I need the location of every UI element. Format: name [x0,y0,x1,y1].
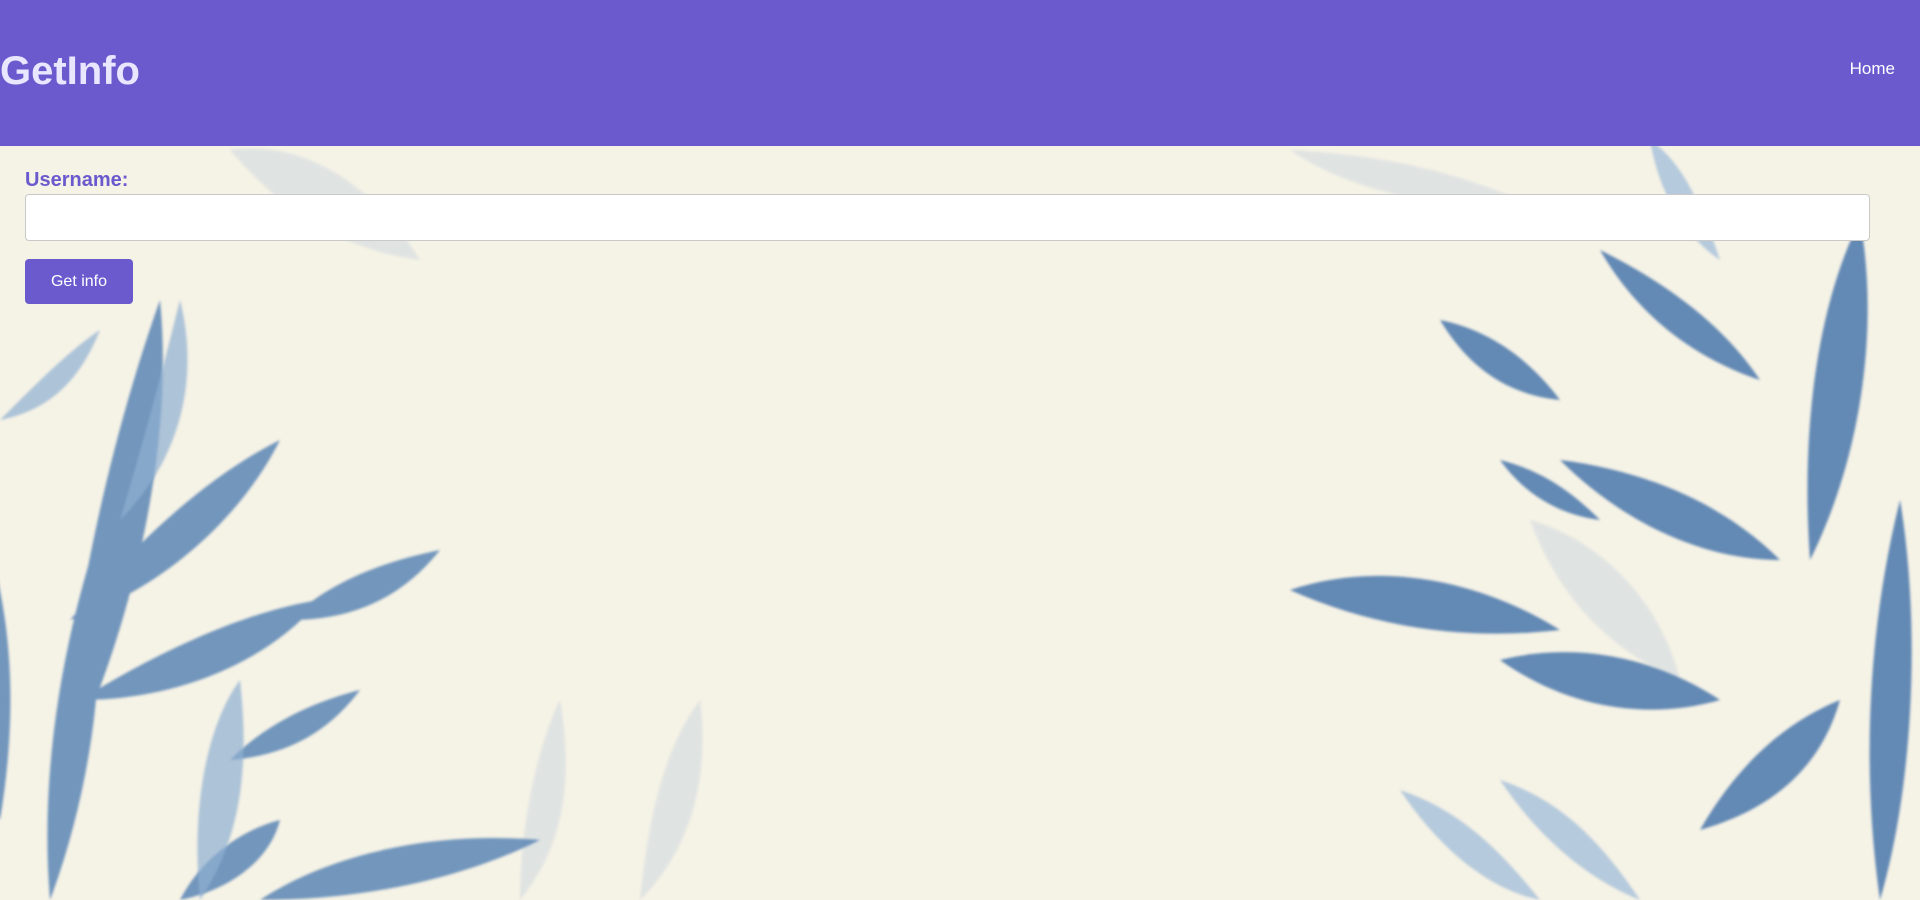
username-input[interactable] [25,194,1870,241]
username-label: Username: [25,169,129,191]
brand-logo[interactable]: GetInfo [0,48,140,94]
get-info-button[interactable]: Get info [25,259,133,304]
get-info-form: Username: Get info [25,168,1870,304]
nav-home-link[interactable]: Home [1850,58,1895,80]
top-header: GetInfo Home [0,0,1920,146]
